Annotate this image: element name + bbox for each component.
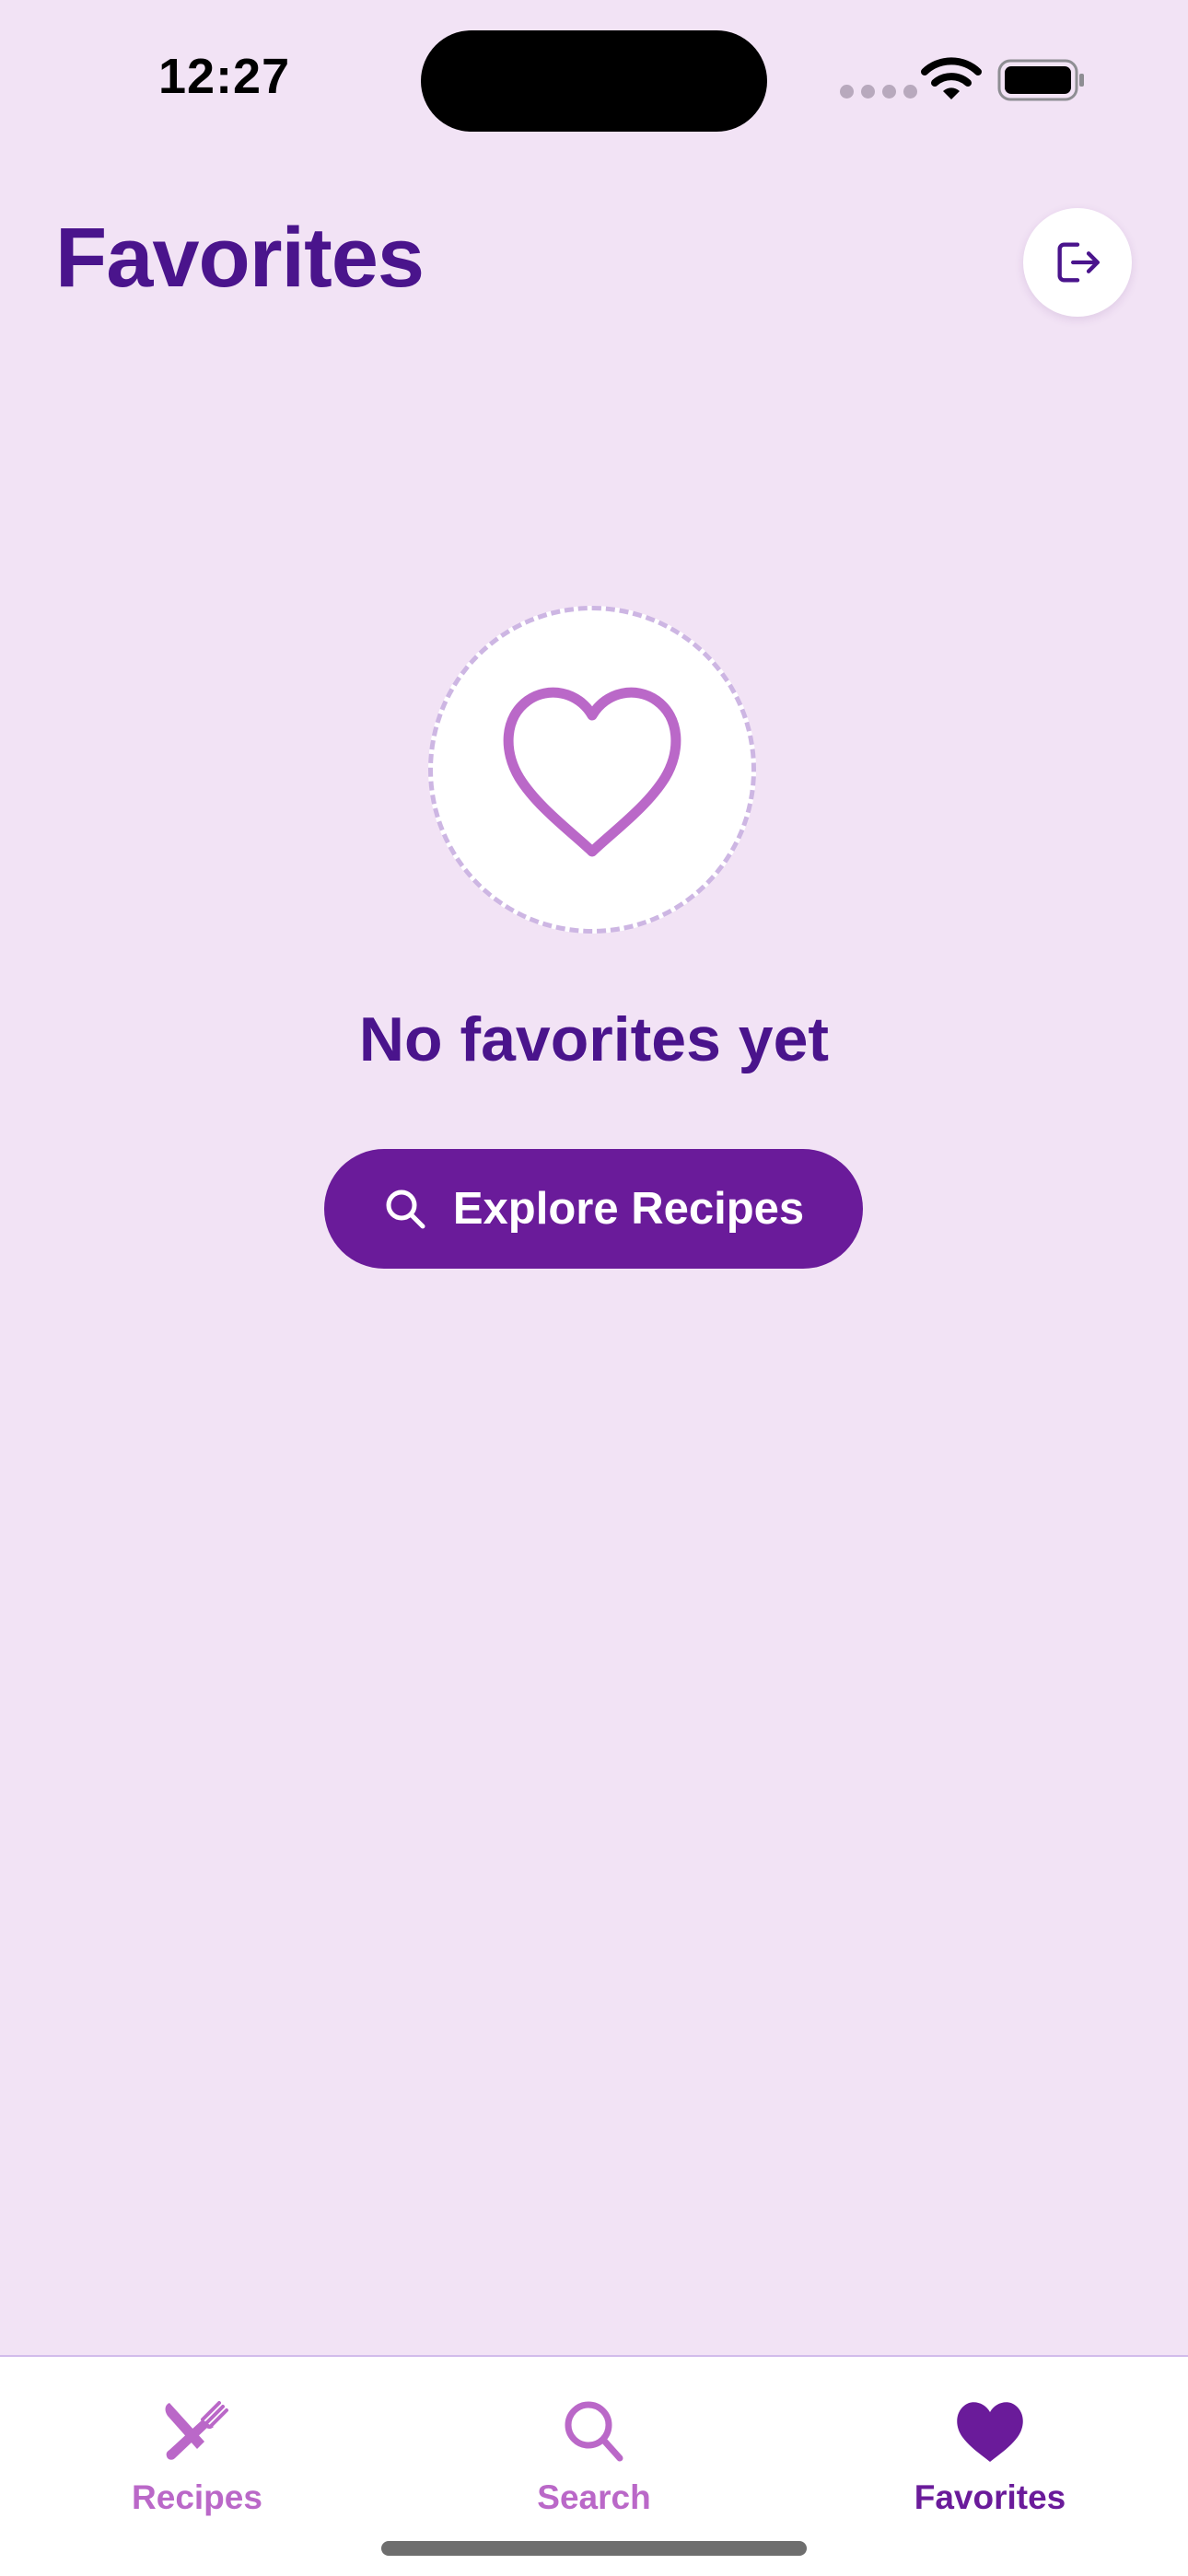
battery-icon xyxy=(997,59,1084,101)
tab-favorites[interactable]: Favorites xyxy=(852,2397,1128,2517)
logout-icon xyxy=(1057,242,1100,283)
logout-button[interactable] xyxy=(1023,208,1132,317)
tab-recipes[interactable]: Recipes xyxy=(59,2397,335,2517)
fork-knife-icon xyxy=(165,2401,228,2460)
wifi-icon xyxy=(921,57,982,99)
explore-recipes-label: Explore Recipes xyxy=(452,1184,805,1234)
tab-search-label: Search xyxy=(537,2478,651,2516)
heart-outline-icon xyxy=(503,687,681,857)
page-title: Favorites xyxy=(55,211,425,305)
tab-search[interactable]: Search xyxy=(456,2397,732,2517)
explore-recipes-button[interactable]: Explore Recipes xyxy=(324,1149,863,1269)
tab-recipes-label: Recipes xyxy=(132,2478,262,2516)
search-icon xyxy=(565,2401,623,2462)
cellular-signal-icon xyxy=(840,85,917,99)
heart-icon xyxy=(957,2402,1023,2462)
status-bar: 12:27 xyxy=(0,0,1188,157)
search-icon xyxy=(386,1189,425,1229)
tab-favorites-label: Favorites xyxy=(914,2478,1066,2516)
status-time: 12:27 xyxy=(158,49,291,104)
empty-state-illustration xyxy=(428,606,756,934)
empty-state-title: No favorites yet xyxy=(358,1004,830,1074)
dynamic-island xyxy=(421,30,767,132)
home-indicator xyxy=(381,2541,807,2556)
